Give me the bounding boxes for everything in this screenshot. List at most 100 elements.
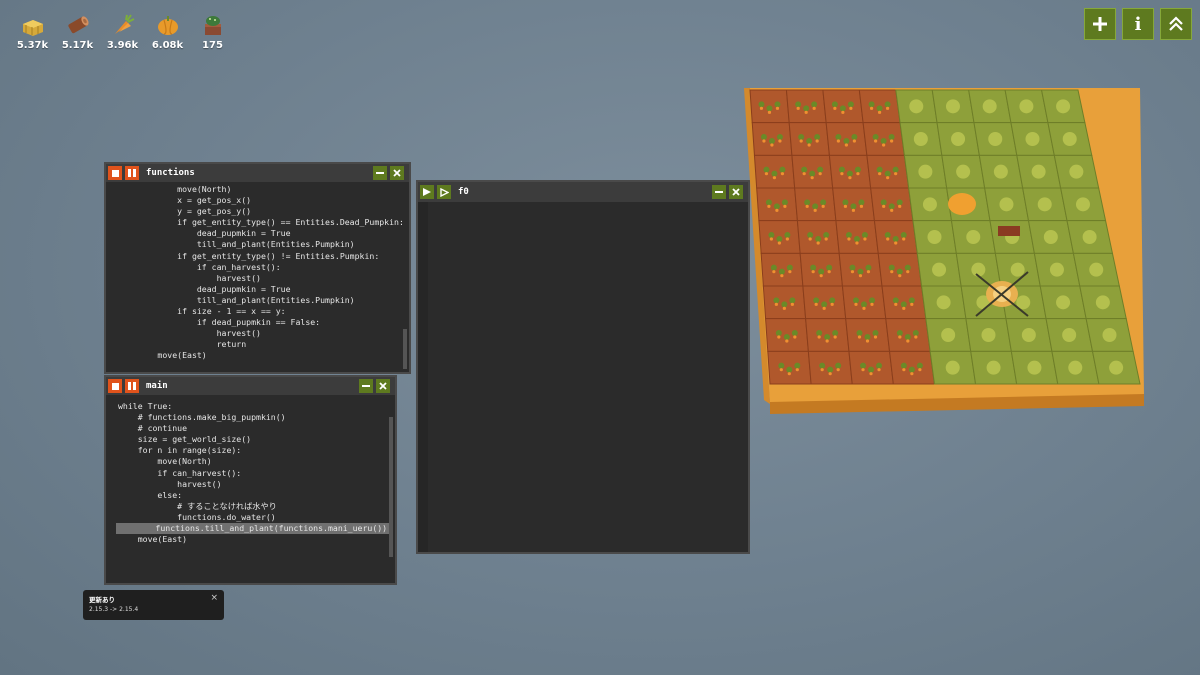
carrot-sprout [826,264,833,271]
minimize-button[interactable] [359,379,373,393]
bush [1069,164,1084,179]
carrot [833,106,837,110]
carrot [873,335,878,339]
carrot-sprout [804,199,811,206]
bush [1037,197,1052,212]
functions-window[interactable]: functions move(North) x = get_pos_x() y … [104,162,411,374]
code-line: move(East) [118,350,207,361]
bush [999,197,1014,212]
carrot-sprout [876,166,883,173]
carrot-sprout [900,232,907,238]
bush [1075,197,1090,212]
carrot [812,106,816,110]
close-button[interactable] [390,166,404,180]
step-button[interactable] [437,185,451,199]
resource-carrot-value: 3.96k [106,40,139,51]
close-icon[interactable]: × [210,593,218,603]
minimize-button[interactable] [712,185,726,199]
bush [1043,230,1058,244]
carrot-sprout [832,330,839,336]
resource-pumpkin: 6.08k [145,12,190,51]
code-line: else: [118,489,183,500]
info-button[interactable]: i [1122,8,1154,40]
carrot-sprout [856,330,863,336]
carrot [866,270,871,274]
main-titlebar[interactable]: main [106,377,395,395]
bush [1031,164,1046,179]
carrot [898,335,902,339]
carrot-sprout [860,301,867,308]
carrot [820,368,824,372]
code-line: move(East) [118,534,188,545]
main-window[interactable]: main while True: # functions.make_big_pu… [104,375,397,585]
carrot-sprout [888,203,895,210]
scrollbar[interactable] [403,329,407,369]
pause-button[interactable] [125,379,139,393]
f0-window[interactable]: f0 [416,180,750,554]
bush [1068,360,1083,375]
bush [1010,262,1025,277]
carrot [788,270,792,274]
carrot [886,176,890,180]
bush [981,328,996,342]
carrot-sprout [896,199,903,206]
code-line: if get_entity_type() != Entities.Pumpkin… [118,250,380,261]
functions-titlebar[interactable]: functions [106,164,409,182]
stop-button[interactable] [108,166,122,180]
stop-button[interactable] [108,379,122,393]
carrot [902,306,906,310]
scrollbar[interactable] [389,417,393,557]
code-line: dead_pupmkin = True [118,283,291,294]
code-editor[interactable]: move(North) x = get_pos_x() y = get_pos_… [106,182,409,372]
code-line: functions.till_and_plant(functions.mani_… [116,523,390,535]
carrot-sprout [876,105,883,112]
carrot-sprout [801,166,808,173]
carrot-sprout [847,101,854,108]
carrot [815,139,819,143]
carrot-sprout [835,362,842,369]
update-notification[interactable]: 更新あり 2.15.3 -> 2.15.4 × [83,590,224,620]
bush [1056,295,1071,310]
carrot-sprout [888,134,895,140]
carrot [775,106,780,110]
carrot-sprout [892,166,899,173]
bush [993,164,1008,179]
carrot-sprout [888,264,895,271]
f0-titlebar[interactable]: f0 [418,182,748,202]
carrot [856,172,860,176]
carrot-sprout [789,297,796,304]
add-window-button[interactable] [1084,8,1116,40]
carrot-sprout [884,170,891,177]
bush [988,132,1003,146]
carrot [795,368,799,372]
carrot-sprout [904,264,911,271]
code-line: if size - 1 == x == y: [118,306,286,317]
code-line: harvest() [118,478,222,489]
carrot-sprout [821,301,828,308]
carrot [894,172,898,176]
run-button[interactable] [420,185,434,199]
minimize-button[interactable] [373,166,387,180]
carrot-sprout [845,232,852,238]
carrot-sprout [786,264,793,271]
carrot [836,368,840,372]
carrot [850,270,855,274]
carrot-sprout [861,232,868,238]
code-line: functions.do_water() [118,511,276,522]
carrot [778,139,782,143]
close-icon [732,188,740,196]
collapse-button[interactable] [1160,8,1192,40]
carrot-sprout [843,138,850,144]
code-editor[interactable] [418,202,748,552]
bush [986,360,1001,375]
pause-button[interactable] [125,166,139,180]
code-editor[interactable]: while True: # functions.make_big_pupmkin… [106,395,395,587]
carrot-sprout [768,232,775,238]
play-outline-icon [439,187,449,197]
bush [918,164,933,179]
carrot [774,302,778,306]
close-button[interactable] [376,379,390,393]
bush [922,197,937,212]
carrot-sprout [824,334,831,340]
carrot [852,139,856,143]
